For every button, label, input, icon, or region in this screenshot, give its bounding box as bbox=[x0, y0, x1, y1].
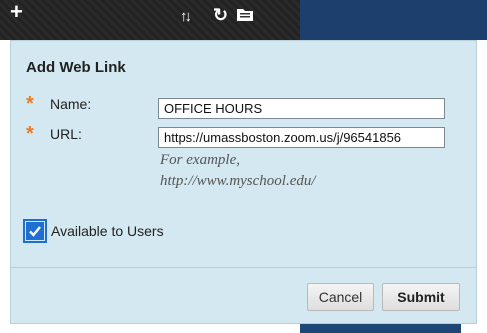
required-icon: * bbox=[26, 123, 34, 145]
dialog-title: Add Web Link bbox=[26, 59, 126, 76]
background-toolbar: + ↑↓ ↻ bbox=[0, 0, 300, 40]
hint-line: For example, bbox=[160, 152, 240, 168]
folder-icon[interactable] bbox=[236, 6, 254, 22]
refresh-icon[interactable]: ↻ bbox=[213, 6, 228, 24]
url-input[interactable] bbox=[158, 127, 445, 148]
available-checkbox[interactable] bbox=[23, 219, 47, 243]
add-web-link-dialog: Add Web Link * Name: * URL: For example,… bbox=[10, 40, 477, 324]
dialog-divider bbox=[11, 267, 476, 268]
submit-button[interactable]: Submit bbox=[382, 283, 460, 311]
url-label: URL: bbox=[50, 126, 82, 142]
cancel-button[interactable]: Cancel bbox=[307, 283, 374, 311]
background-header bbox=[300, 0, 487, 40]
checkmark-icon bbox=[29, 226, 41, 237]
name-input[interactable] bbox=[158, 98, 445, 119]
required-icon: * bbox=[26, 93, 34, 115]
available-row: Available to Users bbox=[23, 219, 164, 243]
name-row: * Name: bbox=[26, 93, 92, 115]
sort-icon[interactable]: ↑↓ bbox=[180, 8, 192, 26]
available-label[interactable]: Available to Users bbox=[51, 223, 164, 239]
name-label: Name: bbox=[50, 96, 92, 112]
url-row: * URL: bbox=[26, 123, 82, 145]
hint-line: http://www.myschool.edu/ bbox=[160, 173, 316, 189]
plus-icon[interactable]: + bbox=[10, 1, 23, 23]
url-hint: For example, http://www.myschool.edu/ bbox=[160, 150, 316, 192]
